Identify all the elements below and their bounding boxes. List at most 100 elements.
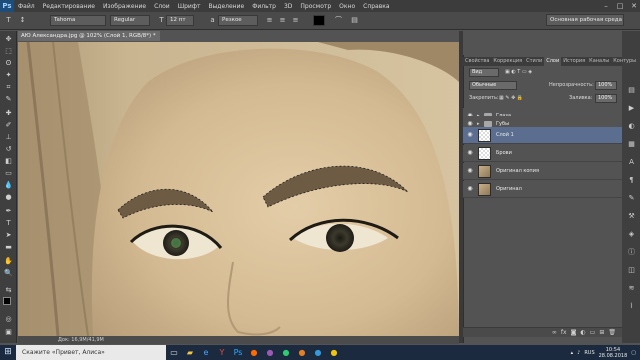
screen-mode-icon[interactable]: ▣	[3, 328, 14, 337]
app-icon[interactable]: ●	[262, 345, 278, 360]
quick-mask-icon[interactable]: ◎	[3, 315, 14, 324]
tab-adjustments[interactable]: Коррекция	[491, 57, 524, 66]
close-icon[interactable]: ✕	[628, 1, 640, 11]
align-left-icon[interactable]: ≡	[264, 15, 275, 26]
lasso-tool-icon[interactable]: ʘ	[3, 59, 14, 68]
menu-image[interactable]: Изображение	[99, 3, 150, 10]
history-panel-icon[interactable]: ▤	[626, 86, 637, 95]
blur-icon[interactable]: 💧	[3, 181, 14, 190]
marquee-tool-icon[interactable]: ⬚	[3, 47, 14, 56]
magic-wand-icon[interactable]: ✦	[3, 71, 14, 80]
layer-row[interactable]: ◉ Оригинал	[463, 181, 622, 198]
menu-edit[interactable]: Редактирование	[39, 3, 99, 10]
eye-icon[interactable]: ◉	[466, 167, 474, 175]
workspace-select[interactable]: Основная рабочая среда	[546, 14, 624, 26]
taskbar-search[interactable]: Скажите «Привет, Алиса»	[16, 345, 166, 360]
move-tool-icon[interactable]: ✥	[3, 35, 14, 44]
app-icon[interactable]: ●	[326, 345, 342, 360]
path-select-icon[interactable]: ➤	[3, 231, 14, 240]
actions-panel-icon[interactable]: ▶	[626, 104, 637, 113]
filter-icons[interactable]: ▣ ◐ T ▭ ◈	[505, 68, 532, 77]
windows-start-icon[interactable]: ⊞	[0, 345, 16, 360]
brush-panel-icon[interactable]: ✎	[626, 194, 637, 203]
warp-text-icon[interactable]: ⌒	[333, 15, 344, 26]
font-size-select[interactable]: 12 пт	[166, 15, 194, 26]
swap-colors-icon[interactable]: ⇆	[3, 286, 14, 295]
align-center-icon[interactable]: ≡	[277, 15, 288, 26]
info-panel-icon[interactable]: ⓘ	[626, 248, 637, 257]
healing-brush-icon[interactable]: ✚	[3, 109, 14, 118]
antialias-select[interactable]: Резкое	[218, 15, 258, 26]
app-icon[interactable]: ●	[310, 345, 326, 360]
type-icon[interactable]: T	[3, 219, 14, 228]
menu-select[interactable]: Выделение	[204, 3, 248, 10]
paragraph-panel-icon[interactable]: ¶	[626, 176, 637, 185]
photoshop-taskbar-icon[interactable]: Ps	[230, 345, 246, 360]
language-indicator[interactable]: RUS	[584, 350, 594, 356]
eraser-icon[interactable]: ◧	[3, 157, 14, 166]
app-icon[interactable]: ●	[294, 345, 310, 360]
orientation-toggle-icon[interactable]: ↕	[17, 15, 28, 26]
character-panel-icon[interactable]: ▤	[349, 15, 360, 26]
type-tool-preset-icon[interactable]: T	[3, 15, 14, 26]
shape-icon[interactable]: ▬	[3, 243, 14, 252]
yandex-icon[interactable]: Y	[214, 345, 230, 360]
menu-layers[interactable]: Слои	[150, 3, 174, 10]
paths-panel-icon[interactable]: ⌇	[626, 302, 637, 311]
character-panel-icon[interactable]: A	[626, 158, 637, 167]
network-icon[interactable]: ▴	[571, 350, 574, 356]
navigator-panel-icon[interactable]: ◈	[626, 230, 637, 239]
layers-panel-icon[interactable]: ◫	[626, 266, 637, 275]
lock-icons[interactable]: ▦ ✎ ✥ 🔒	[499, 94, 523, 103]
align-right-icon[interactable]: ≡	[290, 15, 301, 26]
eye-icon[interactable]: ◉	[466, 131, 474, 139]
tab-history[interactable]: История	[561, 57, 587, 66]
tab-channels[interactable]: Каналы	[587, 57, 611, 66]
opacity-input[interactable]: 100%	[595, 81, 617, 90]
tab-properties[interactable]: Свойства	[463, 57, 491, 66]
minimize-icon[interactable]: –	[600, 1, 612, 11]
history-brush-icon[interactable]: ↺	[3, 145, 14, 154]
fill-input[interactable]: 100%	[595, 94, 617, 103]
tab-layers[interactable]: Слои	[544, 57, 562, 66]
eye-icon[interactable]: ◉	[466, 149, 474, 157]
menu-help[interactable]: Справка	[359, 3, 393, 10]
font-style-select[interactable]: Regular	[110, 15, 150, 26]
layer-style-icon[interactable]: fx	[561, 329, 567, 336]
menu-filter[interactable]: Фильтр	[248, 3, 280, 10]
tab-styles[interactable]: Стили	[524, 57, 544, 66]
add-mask-icon[interactable]: ◙	[571, 329, 577, 336]
clock[interactable]: 10:54 28.08.2018	[599, 347, 628, 359]
edge-icon[interactable]: e	[198, 345, 214, 360]
adjustment-layer-icon[interactable]: ◐	[580, 329, 585, 336]
hand-icon[interactable]: ✋	[3, 257, 14, 266]
app-icon[interactable]: ●	[278, 345, 294, 360]
new-group-icon[interactable]: ▭	[590, 329, 596, 336]
stamp-icon[interactable]: ⊥	[3, 133, 14, 142]
tool-presets-icon[interactable]: ⚒	[626, 212, 637, 221]
crop-icon[interactable]: ⌗	[3, 83, 14, 92]
font-family-select[interactable]: Tahoma	[50, 15, 106, 26]
new-layer-icon[interactable]: ⊞	[599, 329, 604, 336]
zoom-icon[interactable]: 🔍	[3, 269, 14, 278]
link-layers-icon[interactable]: ∞	[552, 329, 557, 336]
layer-row-selected[interactable]: ◉ Слой 1	[463, 127, 622, 144]
eyedropper-icon[interactable]: ✎	[3, 95, 14, 104]
brush-icon[interactable]: ✐	[3, 121, 14, 130]
menu-window[interactable]: Окно	[335, 3, 359, 10]
menu-type[interactable]: Шрифт	[174, 3, 205, 10]
maximize-icon[interactable]: □	[614, 1, 626, 11]
eye-icon[interactable]: ◉	[466, 185, 474, 193]
menu-view[interactable]: Просмотр	[296, 3, 335, 10]
foreground-color[interactable]	[3, 297, 11, 305]
app-icon[interactable]: ●	[246, 345, 262, 360]
blend-mode-select[interactable]: Обычные	[469, 81, 517, 90]
menu-3d[interactable]: 3D	[280, 3, 296, 10]
layer-row[interactable]: ◉ Оригинал копия	[463, 163, 622, 180]
tab-paths[interactable]: Контуры	[611, 57, 638, 66]
kind-filter-select[interactable]: Вид	[469, 68, 499, 77]
volume-icon[interactable]: ♪	[577, 350, 580, 356]
color-panel-icon[interactable]: ◐	[626, 122, 637, 131]
canvas[interactable]	[18, 42, 459, 336]
pen-icon[interactable]: ✒	[3, 207, 14, 216]
